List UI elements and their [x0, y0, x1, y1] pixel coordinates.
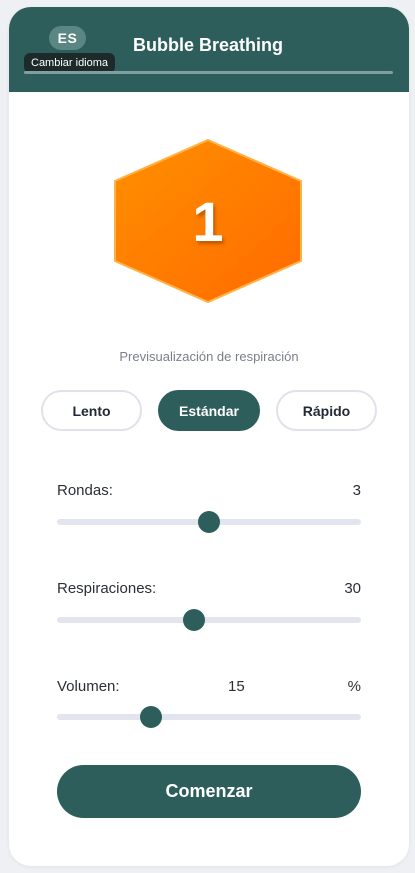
rounds-label: Rondas:	[57, 482, 113, 499]
volume-value: 15	[228, 678, 245, 695]
preview-label: Previsualización de respiración	[119, 349, 299, 364]
rounds-slider-thumb[interactable]	[198, 511, 220, 533]
app-title: Bubble Breathing	[133, 35, 284, 55]
start-button[interactable]: Comenzar	[57, 765, 361, 818]
rounds-slider[interactable]	[57, 511, 361, 533]
speed-fast-button[interactable]: Rápido	[276, 390, 377, 431]
volume-slider-thumb[interactable]	[140, 706, 163, 728]
breaths-slider[interactable]	[57, 609, 361, 631]
language-tooltip: Cambiar idioma	[24, 53, 116, 73]
rounds-value: 3	[352, 482, 361, 499]
volume-label: Volumen:	[57, 678, 120, 695]
breaths-slider-thumb[interactable]	[182, 609, 205, 631]
breath-counter: 1	[192, 189, 224, 253]
app-header: ES Cambiar idioma Bubble Breathing	[9, 7, 409, 92]
volume-slider[interactable]	[57, 706, 361, 728]
breaths-value: 30	[344, 580, 361, 597]
breathing-preview: 1	[113, 138, 303, 304]
speed-slow-button[interactable]: Lento	[41, 390, 142, 431]
app-card: ES Cambiar idioma Bubble Breathing 1 Pre…	[9, 7, 409, 866]
language-toggle-button[interactable]: ES	[49, 26, 86, 50]
speed-standard-button[interactable]: Estándar	[158, 390, 260, 431]
volume-unit: %	[347, 678, 361, 695]
breaths-label: Respiraciones:	[57, 580, 157, 597]
header-divider	[24, 71, 393, 74]
